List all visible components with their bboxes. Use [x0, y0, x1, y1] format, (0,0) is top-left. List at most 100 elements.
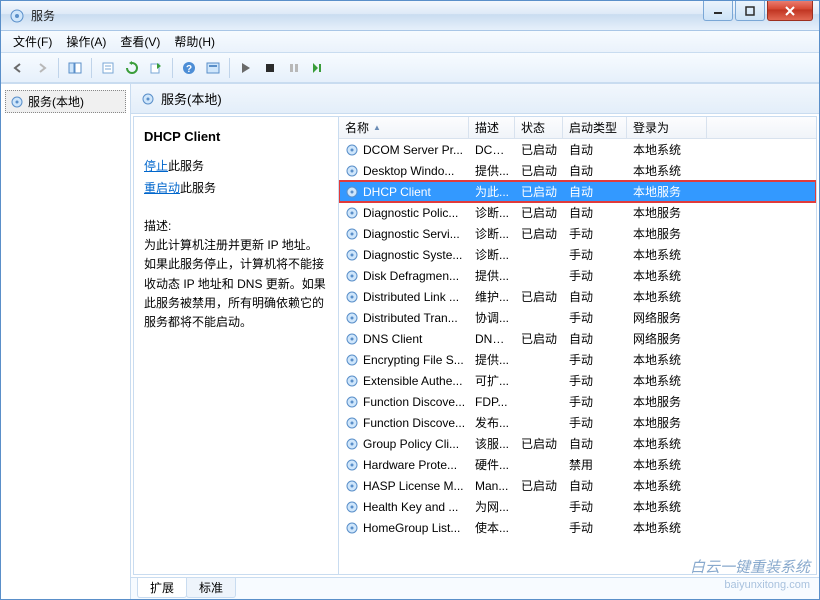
service-row[interactable]: Distributed Tran...协调...手动网络服务 [339, 307, 816, 328]
cell-start: 自动 [563, 433, 627, 454]
service-row[interactable]: Diagnostic Syste...诊断...手动本地系统 [339, 244, 816, 265]
show-hide-tree-button[interactable] [64, 57, 86, 79]
cell-name: HomeGroup List... [339, 519, 469, 537]
menu-action[interactable]: 操作(A) [60, 31, 112, 52]
gear-icon [345, 479, 359, 493]
cell-start: 手动 [563, 517, 627, 538]
gear-icon [345, 437, 359, 451]
cell-start: 手动 [563, 307, 627, 328]
service-row[interactable]: Health Key and ...为网...手动本地系统 [339, 496, 816, 517]
service-row[interactable]: Group Policy Cli...该服...已启动自动本地系统 [339, 433, 816, 454]
maximize-button[interactable] [735, 1, 765, 21]
cell-desc: 诊断... [469, 244, 515, 265]
cell-logon: 本地系统 [627, 370, 707, 391]
col-start[interactable]: 启动类型 [563, 117, 627, 138]
gear-icon [345, 290, 359, 304]
close-button[interactable] [767, 1, 813, 21]
tab-standard[interactable]: 标准 [186, 578, 236, 598]
cell-desc: 可扩... [469, 370, 515, 391]
services-window: 服务 文件(F) 操作(A) 查看(V) 帮助(H) ? [0, 0, 820, 600]
menu-file[interactable]: 文件(F) [7, 31, 58, 52]
forward-button[interactable] [31, 57, 53, 79]
cell-start: 自动 [563, 202, 627, 223]
list-rows[interactable]: DCOM Server Pr...DCO...已启动自动本地系统Desktop … [339, 139, 816, 574]
restart-link[interactable]: 重启动 [144, 181, 180, 195]
start-service-button[interactable] [235, 57, 257, 79]
detail-title: DHCP Client [144, 129, 328, 144]
col-name[interactable]: 名称▲ [339, 117, 469, 138]
tab-extended[interactable]: 扩展 [137, 578, 187, 598]
back-button[interactable] [7, 57, 29, 79]
service-row[interactable]: DHCP Client为此...已启动自动本地服务 [339, 181, 816, 202]
cell-status: 已启动 [515, 286, 563, 307]
cell-status: 已启动 [515, 433, 563, 454]
tree-item-services-local[interactable]: 服务(本地) [5, 90, 126, 113]
service-row[interactable]: HomeGroup List...使本...手动本地系统 [339, 517, 816, 538]
cell-logon: 本地服务 [627, 202, 707, 223]
stop-service-button[interactable] [259, 57, 281, 79]
app-icon [9, 8, 25, 24]
cell-logon: 本地系统 [627, 349, 707, 370]
gear-icon [345, 500, 359, 514]
service-row[interactable]: Function Discove...发布...手动本地服务 [339, 412, 816, 433]
export-button[interactable] [145, 57, 167, 79]
help-button[interactable]: ? [178, 57, 200, 79]
col-logon[interactable]: 登录为 [627, 117, 707, 138]
cell-start: 手动 [563, 223, 627, 244]
service-row[interactable]: Diagnostic Polic...诊断...已启动自动本地服务 [339, 202, 816, 223]
cell-desc: Man... [469, 477, 515, 495]
main-body: 服务(本地) 服务(本地) DHCP Client 停止此服务 重启动此服务 描… [1, 83, 819, 599]
service-row[interactable]: Hardware Prote...硬件...禁用本地系统 [339, 454, 816, 475]
service-row[interactable]: Extensible Authe...可扩... 手动本地系统 [339, 370, 816, 391]
cell-logon: 本地系统 [627, 496, 707, 517]
service-row[interactable]: DCOM Server Pr...DCO...已启动自动本地系统 [339, 139, 816, 160]
col-status[interactable]: 状态 [515, 117, 563, 138]
service-row[interactable]: Encrypting File S...提供...手动本地系统 [339, 349, 816, 370]
service-row[interactable]: Disk Defragmen...提供...手动本地系统 [339, 265, 816, 286]
service-row[interactable]: HASP License M...Man...已启动自动本地系统 [339, 475, 816, 496]
cell-name: Diagnostic Polic... [339, 204, 469, 222]
gear-icon [141, 92, 155, 106]
menu-help[interactable]: 帮助(H) [168, 31, 221, 52]
cell-desc: 提供... [469, 160, 515, 181]
menu-view[interactable]: 查看(V) [114, 31, 166, 52]
titlebar: 服务 [1, 1, 819, 31]
cell-status [515, 505, 563, 509]
properties-button[interactable] [97, 57, 119, 79]
gear-icon [345, 143, 359, 157]
refresh-button[interactable] [121, 57, 143, 79]
view-tabs: 扩展 标准 [131, 577, 819, 599]
stop-link[interactable]: 停止 [144, 159, 168, 173]
cell-name: HASP License M... [339, 477, 469, 495]
filter-button[interactable] [202, 57, 224, 79]
cell-name: Health Key and ... [339, 498, 469, 516]
cell-desc: 维护... [469, 286, 515, 307]
restart-service-button[interactable] [307, 57, 329, 79]
cell-start: 手动 [563, 370, 627, 391]
cell-name: Group Policy Cli... [339, 435, 469, 453]
cell-status [515, 421, 563, 425]
minimize-button[interactable] [703, 1, 733, 21]
cell-desc: 使本... [469, 517, 515, 538]
service-row[interactable]: Desktop Windo...提供...已启动自动本地系统 [339, 160, 816, 181]
cell-status [515, 274, 563, 278]
cell-logon: 本地服务 [627, 412, 707, 433]
gear-icon [345, 353, 359, 367]
pause-service-button[interactable] [283, 57, 305, 79]
service-row[interactable]: DNS ClientDNS...已启动自动网络服务 [339, 328, 816, 349]
cell-name: Extensible Authe... [339, 372, 469, 390]
col-desc[interactable]: 描述 [469, 117, 515, 138]
cell-logon: 本地系统 [627, 160, 707, 181]
tree-item-label: 服务(本地) [28, 93, 84, 110]
cell-status [515, 463, 563, 467]
cell-start: 禁用 [563, 454, 627, 475]
toolbar-separator [229, 58, 230, 78]
service-row[interactable]: Diagnostic Servi...诊断...已启动手动本地服务 [339, 223, 816, 244]
service-row[interactable]: Function Discove...FDP...手动本地服务 [339, 391, 816, 412]
sort-asc-icon: ▲ [373, 123, 381, 132]
cell-status: 已启动 [515, 475, 563, 496]
gear-icon [345, 248, 359, 262]
cell-status [515, 526, 563, 530]
cell-status [515, 400, 563, 404]
service-row[interactable]: Distributed Link ...维护...已启动自动本地系统 [339, 286, 816, 307]
